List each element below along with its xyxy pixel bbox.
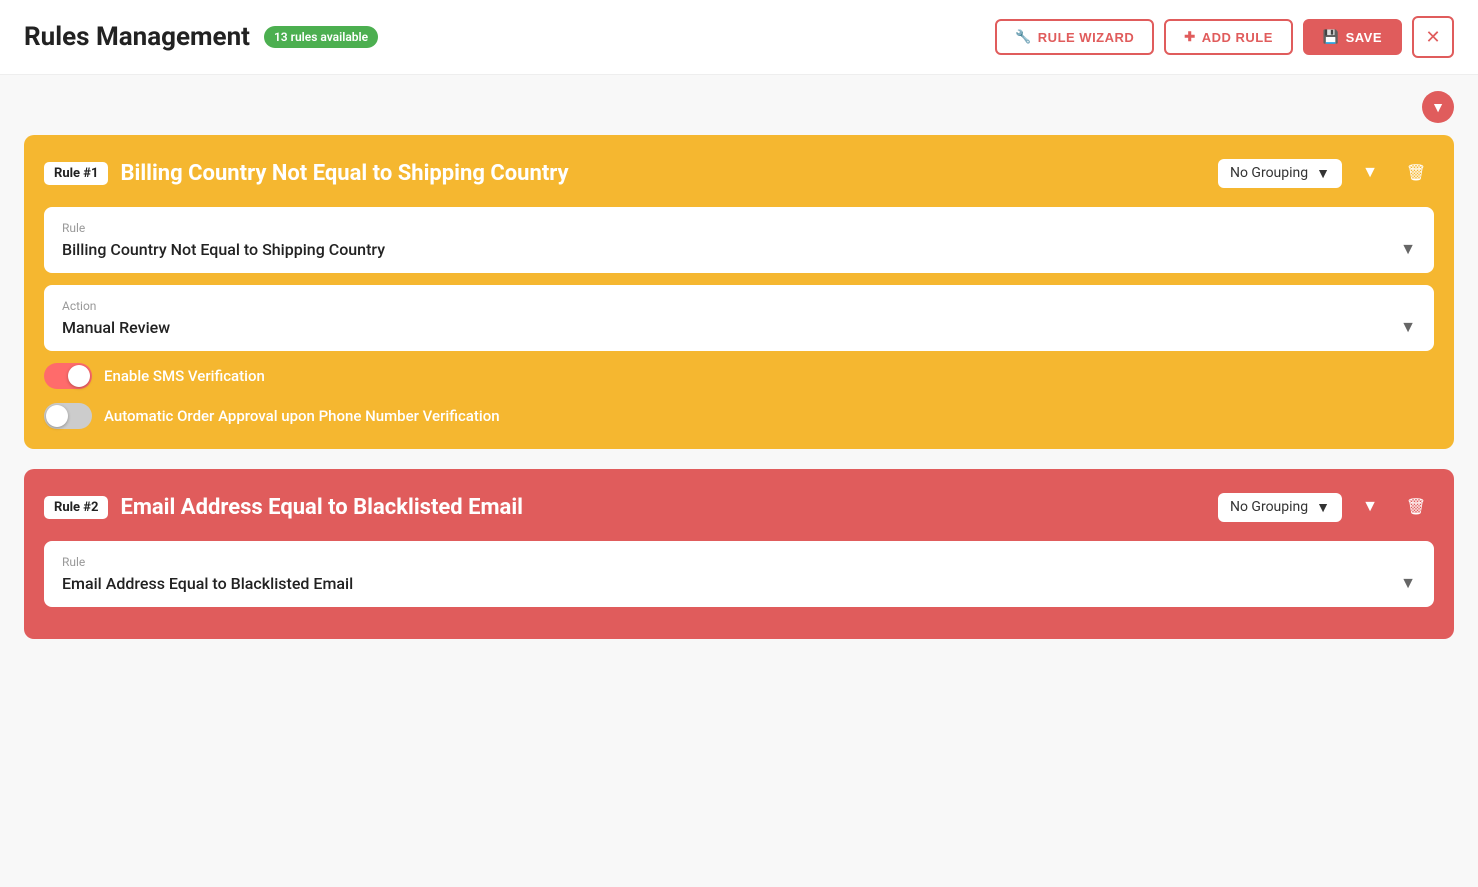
toggle-sms-row: Enable SMS Verification <box>44 363 1434 389</box>
rule-1-action-field: Action Manual Review ▼ <box>44 285 1434 351</box>
scroll-down-button[interactable]: ▼ <box>1422 91 1454 123</box>
rule-1-rule-value: Billing Country Not Equal to Shipping Co… <box>62 240 385 259</box>
grouping-2-chevron-icon: ▼ <box>1316 499 1330 516</box>
rule-2-header-right: No Grouping ▼ ▼ 🗑 <box>1218 489 1434 525</box>
page-title: Rules Management <box>24 22 250 52</box>
rules-badge: 13 rules available <box>264 26 378 48</box>
action-field-chevron-icon: ▼ <box>1400 317 1416 337</box>
add-icon: ✚ <box>1184 29 1195 45</box>
toggle-approval[interactable] <box>44 403 92 429</box>
save-icon: 💾 <box>1323 29 1340 45</box>
rule-1-label: Rule #1 <box>44 162 108 185</box>
rule-1-action-label: Action <box>62 299 1416 313</box>
rule-1-grouping-value: No Grouping <box>1230 165 1308 181</box>
rule-2-rule-value-row: Email Address Equal to Blacklisted Email… <box>62 573 1416 593</box>
rule-2-delete-button[interactable]: 🗑 <box>1398 489 1434 525</box>
rule-1-title: Billing Country Not Equal to Shipping Co… <box>120 161 568 186</box>
toggle-approval-row: Automatic Order Approval upon Phone Numb… <box>44 403 1434 429</box>
rule-2-grouping-select[interactable]: No Grouping ▼ <box>1218 493 1342 522</box>
toggle-approval-knob <box>46 405 68 427</box>
rule-1-grouping-select[interactable]: No Grouping ▼ <box>1218 159 1342 188</box>
rule-2-label: Rule #2 <box>44 496 108 519</box>
trash-icon: 🗑 <box>1406 163 1426 183</box>
top-actions: 🔧 RULE WIZARD ✚ ADD RULE 💾 SAVE ✕ <box>995 16 1454 58</box>
toggle-sms-label: Enable SMS Verification <box>104 367 265 385</box>
rule-wizard-button[interactable]: 🔧 RULE WIZARD <box>995 19 1154 55</box>
rule-field-chevron-icon: ▼ <box>1400 239 1416 259</box>
rule-2-header: Rule #2 Email Address Equal to Blacklist… <box>44 489 1434 525</box>
top-bar: Rules Management 13 rules available 🔧 RU… <box>0 0 1478 75</box>
rule-1-header: Rule #1 Billing Country Not Equal to Shi… <box>44 155 1434 191</box>
rule-1-action-value-row: Manual Review ▼ <box>62 317 1416 337</box>
rule-card-2: Rule #2 Email Address Equal to Blacklist… <box>24 469 1454 639</box>
wizard-icon: 🔧 <box>1015 29 1032 45</box>
toggle-sms-knob <box>68 365 90 387</box>
rule-2-header-left: Rule #2 Email Address Equal to Blacklist… <box>44 495 523 520</box>
rule-2-field-chevron-icon: ▼ <box>1400 573 1416 593</box>
close-icon: ✕ <box>1425 27 1440 48</box>
rule-1-header-right: No Grouping ▼ ▼ 🗑 <box>1218 155 1434 191</box>
rule-2-title: Email Address Equal to Blacklisted Email <box>120 495 523 520</box>
close-button[interactable]: ✕ <box>1412 16 1454 58</box>
scroll-indicator: ▼ <box>24 91 1454 123</box>
expand-icon: ▼ <box>1362 164 1378 182</box>
save-button[interactable]: 💾 SAVE <box>1303 19 1402 55</box>
rule-1-rule-value-row: Billing Country Not Equal to Shipping Co… <box>62 239 1416 259</box>
top-left: Rules Management 13 rules available <box>24 22 378 52</box>
rule-1-header-left: Rule #1 Billing Country Not Equal to Shi… <box>44 161 569 186</box>
rule-1-action-value: Manual Review <box>62 318 170 337</box>
rule-1-rule-field: Rule Billing Country Not Equal to Shippi… <box>44 207 1434 273</box>
toggle-approval-label: Automatic Order Approval upon Phone Numb… <box>104 407 500 425</box>
expand-2-icon: ▼ <box>1362 498 1378 516</box>
rule-2-expand-button[interactable]: ▼ <box>1352 489 1388 525</box>
grouping-chevron-icon: ▼ <box>1316 165 1330 182</box>
chevron-down-icon: ▼ <box>1431 99 1445 115</box>
rule-1-toggles: Enable SMS Verification Automatic Order … <box>44 363 1434 429</box>
toggle-sms[interactable] <box>44 363 92 389</box>
rule-2-rule-field: Rule Email Address Equal to Blacklisted … <box>44 541 1434 607</box>
rule-card-1: Rule #1 Billing Country Not Equal to Shi… <box>24 135 1454 449</box>
rule-2-rule-value: Email Address Equal to Blacklisted Email <box>62 574 353 593</box>
rule-2-grouping-value: No Grouping <box>1230 499 1308 515</box>
rule-1-expand-button[interactable]: ▼ <box>1352 155 1388 191</box>
main-content: ▼ Rule #1 Billing Country Not Equal to S… <box>0 75 1478 675</box>
add-rule-button[interactable]: ✚ ADD RULE <box>1164 19 1293 55</box>
rule-2-rule-label: Rule <box>62 555 1416 569</box>
trash-2-icon: 🗑 <box>1406 497 1426 517</box>
rule-1-rule-label: Rule <box>62 221 1416 235</box>
rule-1-delete-button[interactable]: 🗑 <box>1398 155 1434 191</box>
